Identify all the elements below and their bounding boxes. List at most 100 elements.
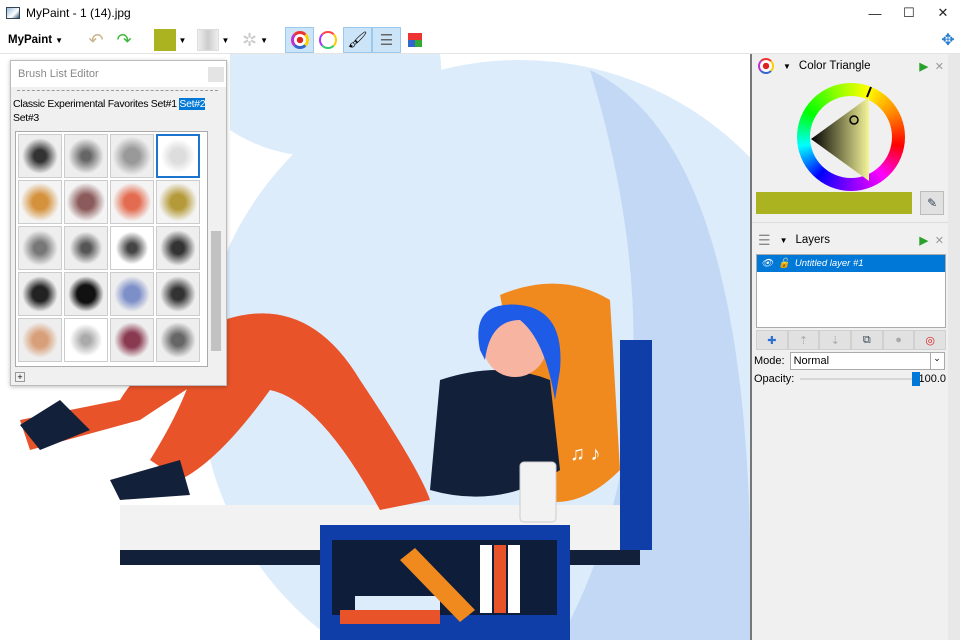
brush-panel-toggle[interactable]: 🖌	[343, 27, 372, 53]
slider-thumb[interactable]	[912, 372, 921, 386]
unlock-icon[interactable]: 🔓	[778, 258, 790, 269]
maximize-button[interactable]: ☐	[892, 0, 926, 26]
couch-arm	[620, 340, 652, 550]
group-classic[interactable]: Classic	[13, 98, 45, 110]
add-layer-button[interactable]: ✚	[756, 330, 788, 350]
move-layer-down-button[interactable]: ⇣	[819, 330, 852, 350]
color-triangle-widget[interactable]	[752, 78, 948, 191]
brush-editor-header: Brush List Editor	[11, 61, 226, 87]
layer-buttons: ✚ ⇡ ⇣ ⧉ ● ◎	[756, 330, 947, 350]
right-dock: ▼ Color Triangle ▶ ✕ ✎ ☰ ▼ Layers ▶ ✕ 👁 …	[750, 54, 948, 640]
brush-tile[interactable]	[110, 180, 154, 224]
delete-layer-button[interactable]: ◎	[914, 330, 947, 350]
pin-icon[interactable]: ▶	[920, 60, 928, 73]
layer-list: 👁 🔓 Untitled layer #1	[756, 254, 946, 328]
color-triangle-toggle[interactable]	[285, 27, 314, 53]
color-swatch-button[interactable]: ▼	[153, 27, 187, 53]
group-set3[interactable]: Set#3	[13, 112, 39, 124]
app-icon	[6, 7, 20, 19]
brush-tile[interactable]	[110, 226, 154, 270]
brush-tile[interactable]	[156, 180, 200, 224]
book	[494, 545, 506, 613]
brush-tile-selected[interactable]	[156, 134, 200, 178]
palette-toggle[interactable]	[405, 27, 425, 53]
opacity-value: 100.0	[918, 373, 946, 385]
music-notes: ♫ ♪	[570, 443, 601, 465]
layers-panel-toggle[interactable]: ☰	[372, 27, 401, 53]
brush-tile[interactable]	[18, 318, 62, 362]
eyedropper-button[interactable]: ✎	[920, 191, 944, 215]
group-experimental[interactable]: Experimental	[47, 98, 105, 110]
brush-tile[interactable]	[64, 226, 108, 270]
layer-name: Untitled layer #1	[794, 258, 864, 269]
close-button[interactable]: ✕	[926, 0, 960, 26]
close-icon[interactable]: ✕	[935, 60, 944, 73]
title-bar: MyPaint - 1 (14).jpg — ☐ ✕	[0, 0, 960, 26]
dock-scrollbar[interactable]	[948, 54, 960, 640]
settings-button[interactable]: ✲ ▼	[240, 27, 270, 53]
group-set1[interactable]: Set#1	[151, 98, 177, 110]
layers-icon: ☰	[758, 231, 771, 248]
brush-tile[interactable]	[64, 318, 108, 362]
scrollbar-thumb[interactable]	[211, 231, 221, 351]
brush-tile[interactable]	[18, 226, 62, 270]
brush-tile[interactable]	[64, 272, 108, 316]
mode-select[interactable]: Normal ⌄	[789, 352, 945, 370]
book-flat	[340, 610, 440, 624]
brush-tile[interactable]	[156, 272, 200, 316]
move-arrows-icon: ✥	[941, 32, 955, 49]
sock-2	[110, 460, 190, 500]
brush-tile[interactable]	[18, 134, 62, 178]
brush-editor-close-button[interactable]	[208, 67, 224, 82]
pin-icon[interactable]: ▶	[920, 234, 928, 247]
brush-tile[interactable]	[156, 226, 200, 270]
chevron-down-icon[interactable]: ▼	[780, 236, 788, 245]
brush-list-editor: Brush List Editor Classic Experimental F…	[10, 60, 227, 386]
brush-editor-title: Brush List Editor	[18, 68, 99, 80]
chevron-down-icon[interactable]: ▼	[783, 62, 791, 71]
fullscreen-button[interactable]: ✥	[938, 27, 958, 53]
brush-tile[interactable]	[64, 134, 108, 178]
opacity-slider[interactable]	[800, 372, 921, 386]
color-wheel-icon	[319, 31, 337, 49]
close-icon[interactable]: ✕	[935, 234, 944, 247]
gear-icon: ✲	[241, 29, 258, 50]
window-title: MyPaint - 1 (14).jpg	[26, 6, 131, 20]
eye-icon[interactable]: 👁	[761, 258, 773, 269]
palette-icon	[408, 33, 422, 47]
paintbrush-icon: 🖌	[347, 32, 368, 49]
brush-grid-scrollbar[interactable]	[209, 131, 223, 367]
add-group-button[interactable]: +	[15, 372, 25, 382]
chevron-down-icon: ▼	[260, 35, 268, 45]
brush-tile[interactable]	[110, 134, 154, 178]
brush-selector-button[interactable]: ▼	[196, 27, 230, 53]
brush-grid	[15, 131, 208, 367]
plus-icon: +	[17, 372, 23, 382]
color-wheel-toggle[interactable]	[316, 27, 340, 53]
book	[508, 545, 520, 613]
merge-layer-button[interactable]: ●	[882, 330, 915, 350]
tear-off-handle[interactable]	[17, 90, 218, 96]
brush-tile[interactable]	[110, 318, 154, 362]
brush-tile[interactable]	[18, 180, 62, 224]
chevron-down-icon: ▼	[55, 35, 64, 45]
color-swatch	[153, 29, 176, 51]
duplicate-layer-button[interactable]: ⧉	[851, 330, 883, 350]
brush-tile[interactable]	[64, 180, 108, 224]
group-favorites[interactable]: Favorites	[108, 98, 149, 110]
chevron-down-icon: ▼	[178, 35, 187, 45]
brush-tile[interactable]	[156, 318, 200, 362]
layer-row[interactable]: 👁 🔓 Untitled layer #1	[757, 255, 945, 272]
mypaint-menu-button[interactable]: MyPaint ▼	[8, 27, 63, 53]
brush-tile[interactable]	[110, 272, 154, 316]
redo-button[interactable]: ↷	[114, 27, 134, 53]
undo-button[interactable]: ↶	[86, 27, 106, 53]
minimize-button[interactable]: —	[858, 0, 892, 26]
color-triangle-icon	[758, 58, 774, 74]
saturation-value-triangle[interactable]	[797, 83, 905, 191]
brush-icon	[196, 29, 219, 51]
move-layer-up-button[interactable]: ⇡	[787, 330, 820, 350]
color-panel-header: ▼ Color Triangle ▶ ✕	[752, 54, 948, 78]
group-set2[interactable]: Set#2	[179, 98, 206, 110]
brush-tile[interactable]	[18, 272, 62, 316]
